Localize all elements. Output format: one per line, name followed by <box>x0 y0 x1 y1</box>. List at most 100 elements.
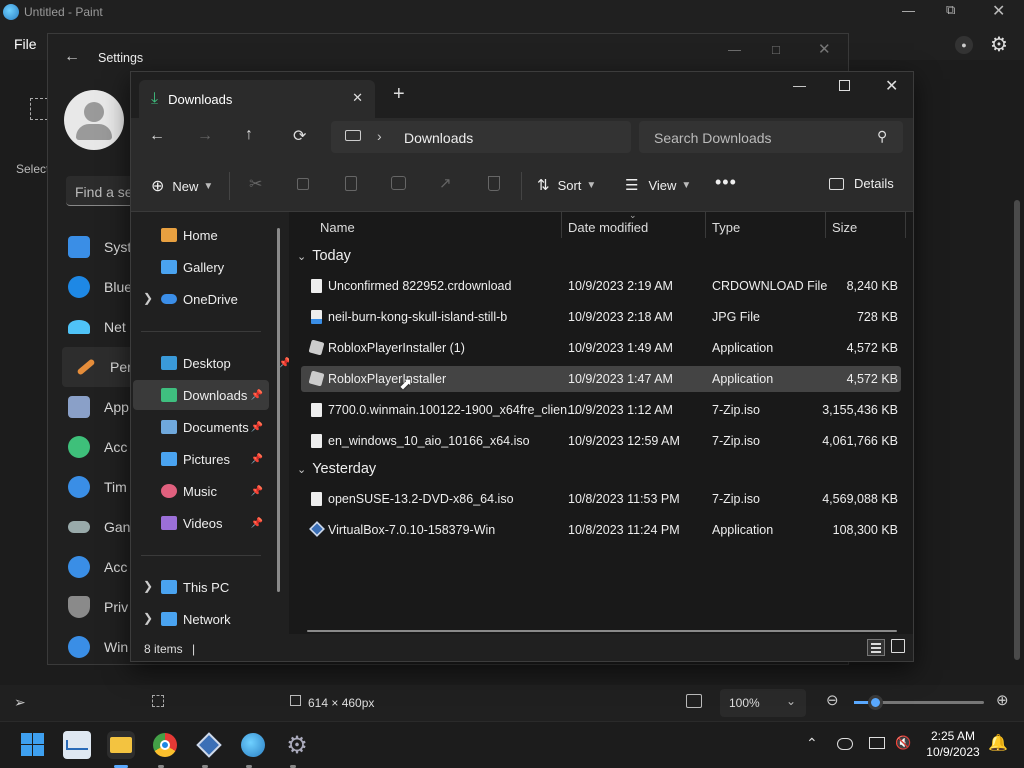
network-tray-icon[interactable] <box>869 737 885 749</box>
select-tool-icon[interactable] <box>30 98 48 120</box>
column-header-name[interactable]: Name <box>320 220 355 235</box>
chrome-icon[interactable] <box>151 731 179 759</box>
explorer-maximize-icon[interactable] <box>839 80 850 91</box>
nav-item-videos[interactable]: Videos 📌 <box>161 508 269 538</box>
tiles-view-icon[interactable] <box>891 639 905 653</box>
fit-to-window-icon[interactable] <box>686 694 702 708</box>
volume-muted-icon[interactable]: 🔇 <box>895 735 911 751</box>
explorer-close-icon[interactable]: ✕ <box>885 76 898 96</box>
file-menu[interactable]: File <box>14 36 37 52</box>
expand-chevron-icon[interactable]: ❯ <box>143 611 153 625</box>
zoom-slider[interactable] <box>854 695 984 710</box>
details-button[interactable]: Details <box>829 176 894 191</box>
gear-icon[interactable]: ⚙ <box>990 32 1008 57</box>
zoom-in-icon[interactable]: ⊕ <box>996 691 1009 709</box>
file-icon <box>311 403 322 417</box>
column-separator[interactable] <box>905 212 906 238</box>
column-separator[interactable] <box>705 212 706 238</box>
back-icon[interactable]: ← <box>149 127 165 145</box>
close-icon[interactable]: ✕ <box>992 1 1005 21</box>
details-view-icon[interactable] <box>867 639 885 656</box>
file-row[interactable]: en_windows_10_aio_10166_x64.iso 10/9/202… <box>301 428 901 454</box>
nav-item-network[interactable]: Network <box>161 604 297 634</box>
file-row[interactable]: openSUSE-13.2-DVD-x86_64.iso 10/8/2023 1… <box>301 486 901 512</box>
file-explorer-icon[interactable] <box>107 731 135 759</box>
paint-statusbar: ➢ 614 × 460px 100% ⌄ ⊖ ⊕ <box>0 685 1024 721</box>
account-icon[interactable]: ● <box>955 36 973 54</box>
nav-item-downloads[interactable]: Downloads 📌 <box>133 380 269 410</box>
copy-icon[interactable] <box>297 178 309 190</box>
zoom-select[interactable]: 100% ⌄ <box>720 689 806 717</box>
tab-downloads[interactable]: ⤓ Downloads ✕ <box>139 80 375 118</box>
clock-date[interactable]: 10/9/2023 <box>922 745 984 759</box>
notification-bell-icon[interactable]: 🔔 <box>988 733 1008 753</box>
column-header-date[interactable]: Date modified <box>568 220 648 235</box>
settings-taskbar-icon[interactable]: ⚙ <box>283 731 311 759</box>
pin-icon[interactable]: 📌 <box>251 454 263 465</box>
paint-taskbar-icon[interactable] <box>239 731 267 759</box>
file-row[interactable]: Unconfirmed 822952.crdownload 10/9/2023 … <box>301 273 901 299</box>
virtualbox-taskbar-icon[interactable] <box>195 731 223 759</box>
expand-chevron-icon[interactable]: ❯ <box>143 291 153 305</box>
nav-item-pictures[interactable]: Pictures 📌 <box>161 444 269 474</box>
zoom-out-icon[interactable]: ⊖ <box>826 691 839 709</box>
column-header-type[interactable]: Type <box>712 220 740 235</box>
zoom-slider-thumb[interactable] <box>868 695 883 710</box>
forward-icon[interactable]: → <box>197 127 213 145</box>
collapse-chevron-icon: ⌄ <box>297 463 307 476</box>
rename-icon[interactable] <box>391 176 406 190</box>
network-icon <box>161 612 177 626</box>
back-arrow-icon[interactable]: ← <box>64 48 80 66</box>
vertical-scrollbar[interactable] <box>1014 200 1020 660</box>
nav-scrollbar[interactable] <box>277 228 280 592</box>
paste-icon[interactable] <box>345 176 357 191</box>
group-header-yesterday[interactable]: ⌄ Yesterday <box>297 461 376 477</box>
clock-time[interactable]: 2:25 AM <box>922 729 984 743</box>
new-button[interactable]: ⊕ New ▼ <box>151 176 213 196</box>
minimize-icon[interactable]: — <box>902 3 915 18</box>
pin-icon[interactable]: 📌 <box>251 390 263 401</box>
refresh-icon[interactable]: ⟳ <box>293 126 306 146</box>
group-header-today[interactable]: ⌄ Today <box>297 248 351 264</box>
nav-item-documents[interactable]: Documents 📌 <box>161 412 269 442</box>
bluetooth-icon <box>68 276 90 298</box>
file-row[interactable]: 7700.0.winmain.100122-1900_x64fre_clien.… <box>301 397 901 423</box>
file-row[interactable]: VirtualBox-7.0.10-158379-Win 10/8/2023 1… <box>301 517 901 543</box>
tab-title: Downloads <box>168 91 233 107</box>
nav-item-music[interactable]: Music 📌 <box>161 476 269 506</box>
pin-icon[interactable]: 📌 <box>251 422 263 433</box>
new-tab-icon[interactable]: + <box>393 83 405 106</box>
explorer-minimize-icon[interactable]: — <box>793 78 806 93</box>
selection-size-icon <box>152 695 164 707</box>
more-options-icon[interactable]: ••• <box>715 172 737 193</box>
task-manager-icon[interactable] <box>63 731 91 759</box>
column-separator[interactable] <box>561 212 562 238</box>
file-row[interactable]: neil-burn-kong-skull-island-still-b 10/9… <box>301 304 901 330</box>
start-button[interactable] <box>19 731 47 759</box>
expand-chevron-icon[interactable]: ❯ <box>143 579 153 593</box>
pin-icon[interactable]: 📌 <box>251 486 263 497</box>
search-input[interactable]: Search Downloads ⚲ <box>639 121 903 153</box>
settings-minimize-icon[interactable]: — <box>728 42 741 57</box>
sort-button[interactable]: ⇅ Sort ▼ <box>537 176 596 194</box>
file-row-selected[interactable]: RobloxPlayerInstaller 10/9/2023 1:47 AM … <box>301 366 901 393</box>
tab-close-icon[interactable]: ✕ <box>352 90 363 106</box>
restore-icon[interactable]: ⧉ <box>946 2 955 18</box>
file-row[interactable]: RobloxPlayerInstaller (1) 10/9/2023 1:49… <box>301 335 901 361</box>
breadcrumb[interactable]: › Downloads <box>331 121 631 153</box>
breadcrumb-downloads[interactable]: Downloads <box>404 130 473 146</box>
pin-icon[interactable]: 📌 <box>251 518 263 529</box>
up-icon[interactable]: ↑ <box>245 126 253 144</box>
share-icon[interactable]: ↗ <box>439 174 452 192</box>
delete-icon[interactable] <box>488 176 500 191</box>
settings-maximize-icon[interactable]: □ <box>772 42 780 57</box>
settings-close-icon[interactable]: ✕ <box>818 40 831 58</box>
chevron-down-icon: ▼ <box>681 179 692 191</box>
chevron-up-icon[interactable]: ⌃ <box>806 735 818 752</box>
column-separator[interactable] <box>825 212 826 238</box>
cut-icon[interactable]: ✂ <box>249 174 262 194</box>
column-header-size[interactable]: Size <box>832 220 857 235</box>
horizontal-scrollbar[interactable] <box>307 630 897 632</box>
view-button[interactable]: ☰ View ▼ <box>625 176 691 194</box>
onedrive-tray-icon[interactable] <box>837 738 853 750</box>
